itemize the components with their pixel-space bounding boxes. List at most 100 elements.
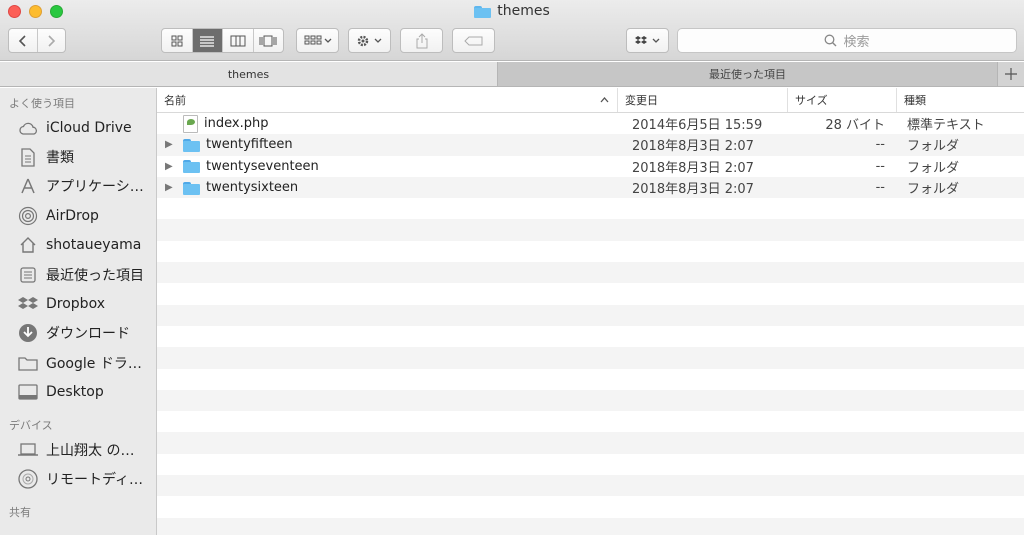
grid-icon	[171, 35, 183, 46]
folder-icon	[17, 352, 38, 373]
sidebar-item-applications[interactable]: アプリケーシ…	[0, 172, 156, 201]
empty-row	[157, 432, 1024, 454]
list-view-button[interactable]	[191, 29, 222, 52]
forward-button[interactable]	[36, 29, 66, 52]
toolbar: themes 検索	[0, 0, 1024, 61]
sidebar-item-label: Desktop	[46, 384, 104, 401]
column-kind-header[interactable]: 種類	[897, 88, 1024, 112]
download-icon	[17, 323, 38, 344]
sidebar-section-devices: デバイス	[9, 418, 53, 432]
sidebar-item-icloud-drive[interactable]: iCloud Drive	[0, 113, 156, 142]
folder-row[interactable]: ▶ twentyfifteen 2018年8月3日 2:07 -- フォルダ	[157, 134, 1024, 156]
disclosure-triangle-icon[interactable]: ▶	[165, 161, 177, 172]
gear-icon	[357, 35, 381, 46]
empty-row	[157, 347, 1024, 369]
disc-icon	[17, 468, 38, 489]
sidebar-item-documents[interactable]: 書類	[0, 142, 156, 171]
sidebar-item-label: 最近使った項目	[46, 267, 144, 284]
cloud-icon	[17, 117, 38, 138]
chevron-left-icon	[18, 34, 26, 47]
empty-row	[157, 389, 1024, 412]
window-title: themes	[0, 3, 1024, 19]
sidebar-item-label: shotaueyama	[46, 237, 142, 254]
arrange-icon	[304, 35, 331, 44]
file-name: twentysixteen	[206, 180, 299, 196]
disclosure-triangle-icon[interactable]: ▶	[165, 182, 177, 193]
sidebar-item-recents[interactable]: 最近使った項目	[0, 260, 156, 289]
php-file-icon	[183, 114, 198, 133]
tab-bar: themes 最近使った項目	[0, 62, 1024, 87]
home-icon	[17, 235, 38, 256]
folder-icon	[183, 181, 200, 195]
sidebar-section-favorites: よく使う項目	[9, 97, 75, 110]
folder-icon	[183, 138, 200, 152]
action-button[interactable]	[348, 28, 391, 53]
sidebar-item-label: Dropbox	[46, 296, 105, 313]
dropbox-toolbar-button[interactable]	[626, 28, 669, 53]
empty-row	[157, 496, 1024, 517]
tag-button[interactable]	[452, 28, 495, 53]
sidebar-item-remote-disc[interactable]: リモートディ…	[0, 464, 156, 493]
dropbox-icon	[17, 294, 38, 315]
laptop-icon	[17, 439, 38, 460]
sidebar-item-google-drive[interactable]: Google ドラ…	[0, 348, 156, 377]
column-date-header[interactable]: 変更日	[618, 88, 788, 112]
navigation-buttons	[8, 28, 66, 53]
empty-row	[157, 198, 1024, 219]
recents-icon	[17, 264, 38, 285]
search-field[interactable]: 検索	[677, 28, 1017, 53]
disclosure-triangle-icon[interactable]: ▶	[165, 139, 177, 150]
folder-row[interactable]: ▶ twentyseventeen 2018年8月3日 2:07 -- フォルダ	[157, 156, 1024, 177]
sidebar-item-dropbox[interactable]: Dropbox	[0, 289, 156, 318]
sidebar-item-label: Google ドラ…	[46, 355, 142, 372]
column-header: 名前 変更日 サイズ 種類	[157, 88, 1024, 113]
column-kind-label: 種類	[904, 94, 926, 107]
sidebar-item-label: iCloud Drive	[46, 119, 132, 136]
tab-recents[interactable]: 最近使った項目	[498, 62, 997, 86]
file-date: 2018年8月3日 2:07	[632, 139, 754, 155]
column-size-header[interactable]: サイズ	[788, 88, 897, 112]
column-view-button[interactable]	[222, 29, 253, 52]
icon-view-button[interactable]	[162, 29, 192, 52]
desktop-icon	[17, 382, 38, 403]
folder-row[interactable]: ▶ twentysixteen 2018年8月3日 2:07 -- フォルダ	[157, 176, 1024, 199]
arrange-button[interactable]	[296, 28, 339, 53]
new-tab-button[interactable]	[997, 62, 1024, 86]
search-placeholder: 検索	[843, 35, 870, 50]
sidebar-item-label: AirDrop	[46, 207, 99, 224]
sidebar-item-home[interactable]: shotaueyama	[0, 231, 156, 260]
column-date-label: 変更日	[625, 94, 658, 107]
empty-row	[157, 411, 1024, 432]
share-button[interactable]	[400, 28, 443, 53]
empty-row	[157, 241, 1024, 262]
sort-ascending-icon	[600, 97, 609, 103]
sidebar-item-label: 上山翔太 の…	[46, 442, 135, 459]
sidebar-item-label: 書類	[46, 150, 74, 167]
list-icon	[200, 35, 215, 47]
folder-icon	[474, 5, 492, 18]
file-row[interactable]: index.php 2014年6月5日 15:59 28 バイト 標準テキスト	[157, 113, 1024, 134]
gallery-view-button[interactable]	[252, 29, 284, 52]
tab-themes[interactable]: themes	[0, 62, 498, 86]
column-name-header[interactable]: 名前	[157, 88, 618, 112]
empty-row	[157, 369, 1024, 390]
back-button[interactable]	[9, 29, 37, 52]
folder-icon	[183, 159, 200, 174]
sidebar-item-downloads[interactable]: ダウンロード	[0, 319, 156, 348]
file-size: 28 バイト	[825, 118, 885, 134]
sidebar-item-desktop[interactable]: Desktop	[0, 378, 156, 407]
sidebar-item-macbook[interactable]: 上山翔太 の…	[0, 435, 156, 464]
file-name: twentyfifteen	[206, 137, 293, 153]
file-size: --	[875, 158, 885, 174]
file-kind: 標準テキスト	[907, 118, 985, 134]
share-icon	[416, 32, 427, 48]
dropbox-icon	[634, 35, 659, 44]
empty-row	[157, 262, 1024, 284]
sidebar-item-label: アプリケーシ…	[46, 179, 144, 196]
sidebar-item-label: リモートディ…	[46, 471, 144, 488]
sidebar-item-airdrop[interactable]: AirDrop	[0, 201, 156, 230]
file-kind: フォルダ	[907, 139, 960, 155]
columns-icon	[230, 35, 246, 46]
column-name-label: 名前	[164, 94, 186, 107]
empty-row	[157, 283, 1024, 304]
